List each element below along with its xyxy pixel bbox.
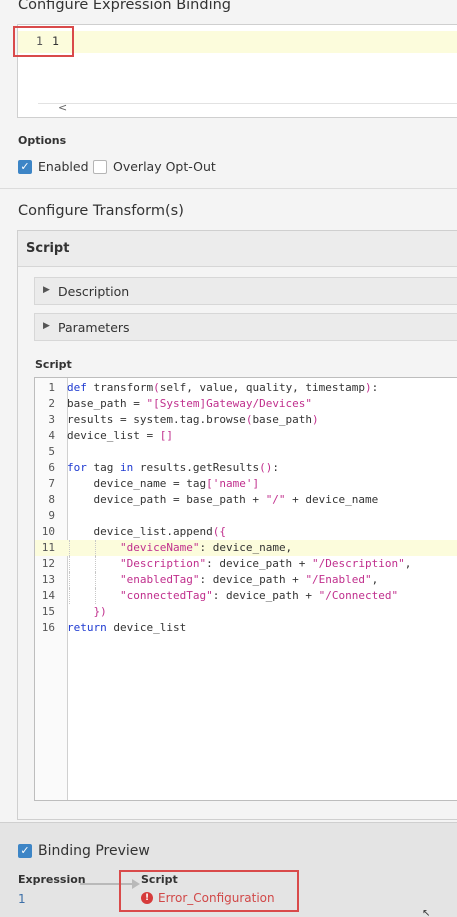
indent-guide bbox=[95, 572, 97, 588]
preview-expression-label: Expression bbox=[18, 873, 86, 886]
line-number: 3 bbox=[48, 413, 55, 426]
parameters-section[interactable]: ▶ Parameters bbox=[34, 313, 457, 341]
code-line[interactable]: 16 return device_list bbox=[35, 620, 457, 636]
indent-guide bbox=[69, 540, 70, 556]
script-code-editor[interactable]: 1 def transform(self, value, quality, tim… bbox=[34, 377, 457, 801]
code-text: results = system.tag.browse(base_path) bbox=[67, 413, 319, 426]
expression-binding-title: Configure Expression Binding bbox=[18, 0, 231, 13]
code-line[interactable]: 3 results = system.tag.browse(base_path) bbox=[35, 412, 457, 428]
annotation-highlight-error bbox=[119, 870, 299, 912]
enabled-checkbox[interactable]: ✓ bbox=[18, 159, 32, 174]
line-number: 10 bbox=[41, 525, 55, 538]
line-number: 12 bbox=[41, 557, 55, 570]
line-number: 2 bbox=[48, 397, 55, 410]
current-line-highlight bbox=[18, 31, 457, 53]
code-line[interactable]: 2 base_path = "[System]Gateway/Devices" bbox=[35, 396, 457, 412]
enabled-label: Enabled bbox=[38, 159, 89, 174]
code-line[interactable]: 15 }) bbox=[35, 604, 457, 620]
code-line[interactable]: 13 "enabledTag": device_path + "/Enabled… bbox=[35, 572, 457, 588]
script-panel-title: Script bbox=[26, 241, 70, 256]
binding-preview-checkbox-row[interactable]: ✓ Binding Preview bbox=[18, 843, 150, 859]
annotation-highlight-expression bbox=[13, 26, 74, 57]
indent-guide bbox=[95, 540, 97, 556]
section-divider bbox=[0, 188, 457, 189]
overlay-opt-out-checkbox[interactable] bbox=[93, 159, 107, 174]
description-section[interactable]: ▶ Description bbox=[34, 277, 457, 305]
code-line[interactable]: 12 "Description": device_path + "/Descri… bbox=[35, 556, 457, 572]
scroll-left-icon[interactable]: < bbox=[58, 101, 67, 114]
overlay-opt-out-label: Overlay Opt-Out bbox=[113, 159, 216, 174]
indent-guide bbox=[69, 556, 70, 572]
binding-preview-checkbox[interactable]: ✓ bbox=[18, 844, 32, 858]
code-text: "connectedTag": device_path + "/Connecte… bbox=[119, 589, 399, 602]
code-text: for tag in results.getResults(): bbox=[67, 461, 279, 474]
preview-expression-value: 1 bbox=[18, 892, 26, 906]
code-text: return device_list bbox=[67, 621, 187, 634]
code-line[interactable]: 11 "deviceName": device_name, bbox=[35, 540, 457, 556]
description-label: Description bbox=[58, 284, 130, 299]
line-number: 7 bbox=[48, 477, 55, 490]
line-number: 11 bbox=[41, 541, 55, 554]
line-number: 15 bbox=[41, 605, 55, 618]
code-text: "enabledTag": device_path + "/Enabled", bbox=[119, 573, 379, 586]
line-number: 16 bbox=[41, 621, 55, 634]
overlay-opt-out-checkbox-row[interactable]: Overlay Opt-Out bbox=[93, 159, 216, 174]
line-number: 14 bbox=[41, 589, 55, 602]
expression-editor[interactable]: 1 1 < bbox=[17, 24, 457, 118]
expand-caret-icon: ▶ bbox=[43, 321, 50, 331]
indent-guide bbox=[69, 588, 70, 604]
code-text: device_path = base_path + "/" + device_n… bbox=[67, 493, 379, 506]
line-number: 8 bbox=[48, 493, 55, 506]
indent-guide bbox=[95, 556, 97, 572]
binding-preview-label: Binding Preview bbox=[38, 843, 150, 859]
script-editor-label: Script bbox=[35, 358, 72, 371]
indent-guide bbox=[69, 572, 70, 588]
script-transform-panel: Script ▶ Description ▶ Parameters Script… bbox=[17, 230, 457, 820]
code-line[interactable]: 9 bbox=[35, 508, 457, 524]
indent-guide bbox=[95, 588, 97, 604]
expression-horizontal-scrollbar[interactable]: < bbox=[38, 101, 457, 115]
configure-transforms-title: Configure Transform(s) bbox=[18, 203, 184, 219]
code-line[interactable]: 8 device_path = base_path + "/" + device… bbox=[35, 492, 457, 508]
options-label: Options bbox=[18, 134, 67, 147]
code-line[interactable]: 7 device_name = tag['name'] bbox=[35, 476, 457, 492]
expand-caret-icon: ▶ bbox=[43, 285, 50, 295]
code-text: def transform(self, value, quality, time… bbox=[67, 381, 379, 394]
code-text: "Description": device_path + "/Descripti… bbox=[119, 557, 412, 570]
code-line[interactable]: 1 def transform(self, value, quality, tim… bbox=[35, 380, 457, 396]
line-number: 9 bbox=[48, 509, 55, 522]
line-number: 6 bbox=[48, 461, 55, 474]
code-lines: 1 def transform(self, value, quality, tim… bbox=[35, 380, 457, 636]
line-number: 1 bbox=[48, 381, 55, 394]
code-line[interactable]: 5 bbox=[35, 444, 457, 460]
code-line[interactable]: 10 device_list.append({ bbox=[35, 524, 457, 540]
code-line[interactable]: 4 device_list = [] bbox=[35, 428, 457, 444]
code-text: device_name = tag['name'] bbox=[67, 477, 260, 490]
enabled-checkbox-row[interactable]: ✓ Enabled bbox=[18, 159, 89, 174]
code-text: }) bbox=[93, 605, 107, 618]
code-text: device_list = [] bbox=[67, 429, 173, 442]
code-text: "deviceName": device_name, bbox=[119, 541, 293, 554]
code-text: base_path = "[System]Gateway/Devices" bbox=[67, 397, 313, 410]
line-number: 13 bbox=[41, 573, 55, 586]
code-line[interactable]: 14 "connectedTag": device_path + "/Conne… bbox=[35, 588, 457, 604]
line-number: 5 bbox=[48, 445, 55, 458]
parameters-label: Parameters bbox=[58, 320, 130, 335]
mouse-cursor-icon: ↖ bbox=[422, 908, 431, 917]
line-number: 4 bbox=[48, 429, 55, 442]
code-line[interactable]: 6 for tag in results.getResults(): bbox=[35, 460, 457, 476]
script-panel-header[interactable]: Script bbox=[18, 231, 457, 267]
code-text: device_list.append({ bbox=[67, 525, 226, 538]
